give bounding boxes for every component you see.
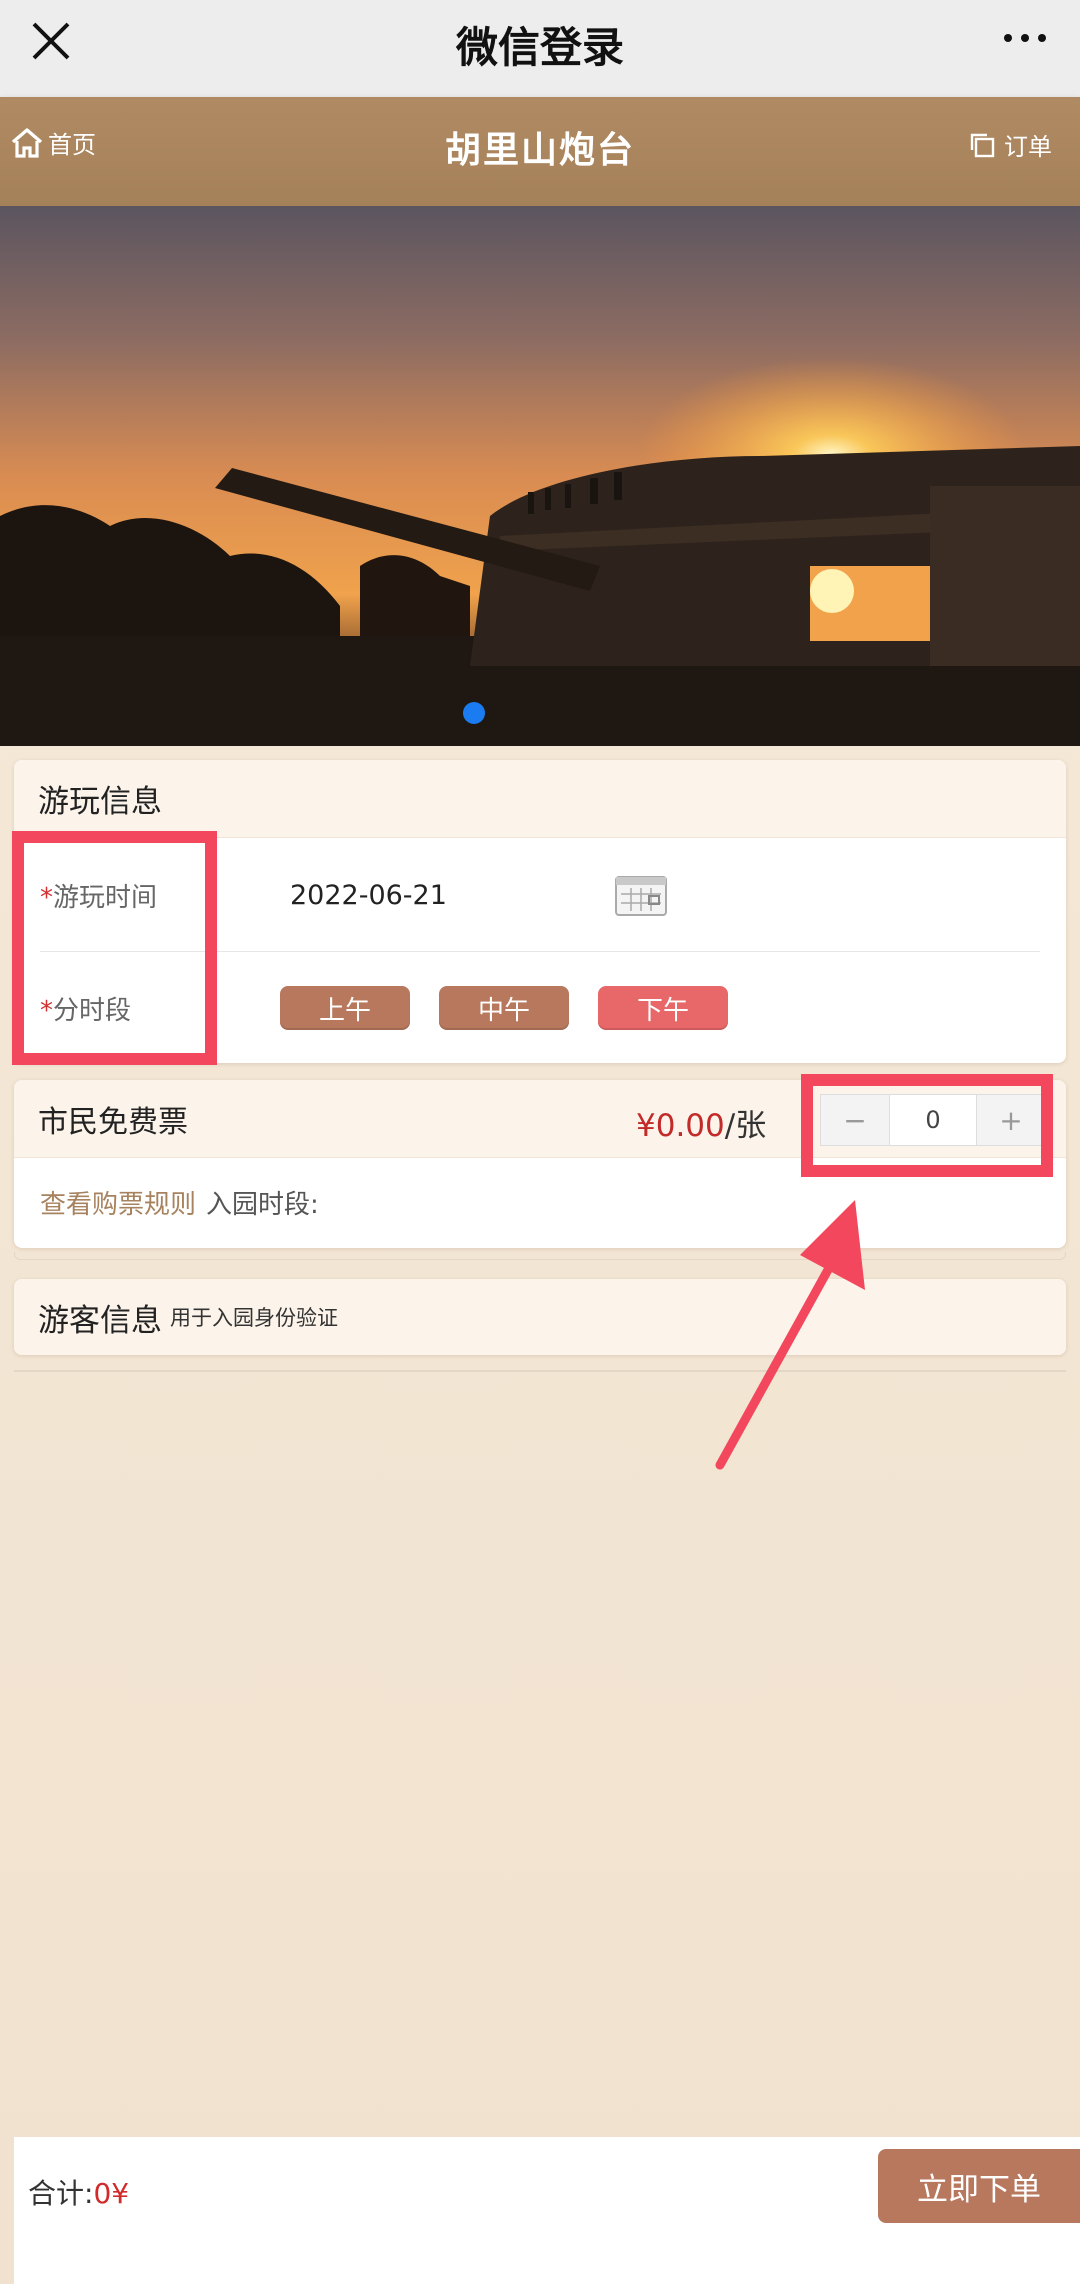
annotation-arrow: [715, 1200, 865, 1470]
visitor-info-title: 游客信息: [38, 1302, 162, 1339]
visit-date-value[interactable]: 2022-06-21: [290, 880, 615, 911]
ticket-card-shadow: [14, 1252, 1066, 1260]
total-amount: 0¥: [93, 2177, 130, 2210]
banner-photo: [0, 206, 1080, 746]
banner-carousel[interactable]: [0, 206, 1080, 746]
highlight-box-stepper: [801, 1074, 1053, 1177]
slot-noon-button[interactable]: 中午: [439, 986, 569, 1030]
checkout-bar: 合计:0¥ 立即下单: [14, 2137, 1080, 2284]
ticket-price-amount: ¥0.00: [636, 1108, 725, 1144]
entry-period-label: 入园时段:: [206, 1189, 319, 1220]
wechat-title: 微信登录: [455, 23, 624, 72]
orders-link[interactable]: 订单: [968, 127, 1052, 162]
ticket-price-unit: /张: [724, 1108, 767, 1144]
site-title: 胡里山炮台: [444, 130, 635, 171]
copy-icon: [970, 133, 995, 157]
visitor-info-header: 游客信息 用于入园身份验证: [14, 1279, 1066, 1355]
site-header: 首页 胡里山炮台 订单: [0, 97, 1080, 206]
orders-label: 订单: [1004, 133, 1052, 161]
wechat-title-bar: 微信登录: [0, 0, 1080, 97]
visit-info-title: 游玩信息: [38, 784, 162, 820]
visit-info-header: 游玩信息: [14, 760, 1066, 838]
slot-afternoon-button[interactable]: 下午: [598, 986, 728, 1030]
carousel-indicator-dot[interactable]: [463, 702, 485, 724]
ticket-name: 市民免费票: [38, 1104, 188, 1140]
visitor-info-subtitle: 用于入园身份验证: [170, 1306, 338, 1330]
ticket-price: ¥0.00/张: [636, 1100, 766, 1145]
total-price: 合计:0¥: [28, 2172, 129, 2212]
slot-morning-button[interactable]: 上午: [280, 986, 410, 1030]
place-order-button[interactable]: 立即下单: [878, 2149, 1080, 2223]
more-dots-icon[interactable]: [1000, 18, 1050, 58]
highlight-box-fields: [12, 831, 217, 1065]
purchase-rules-link[interactable]: 查看购票规则: [40, 1184, 196, 1221]
divider: [14, 1370, 1066, 1372]
visitor-info-card: 游客信息 用于入园身份验证: [14, 1279, 1066, 1355]
calendar-icon[interactable]: [615, 875, 667, 916]
total-label: 合计:: [28, 2177, 94, 2210]
